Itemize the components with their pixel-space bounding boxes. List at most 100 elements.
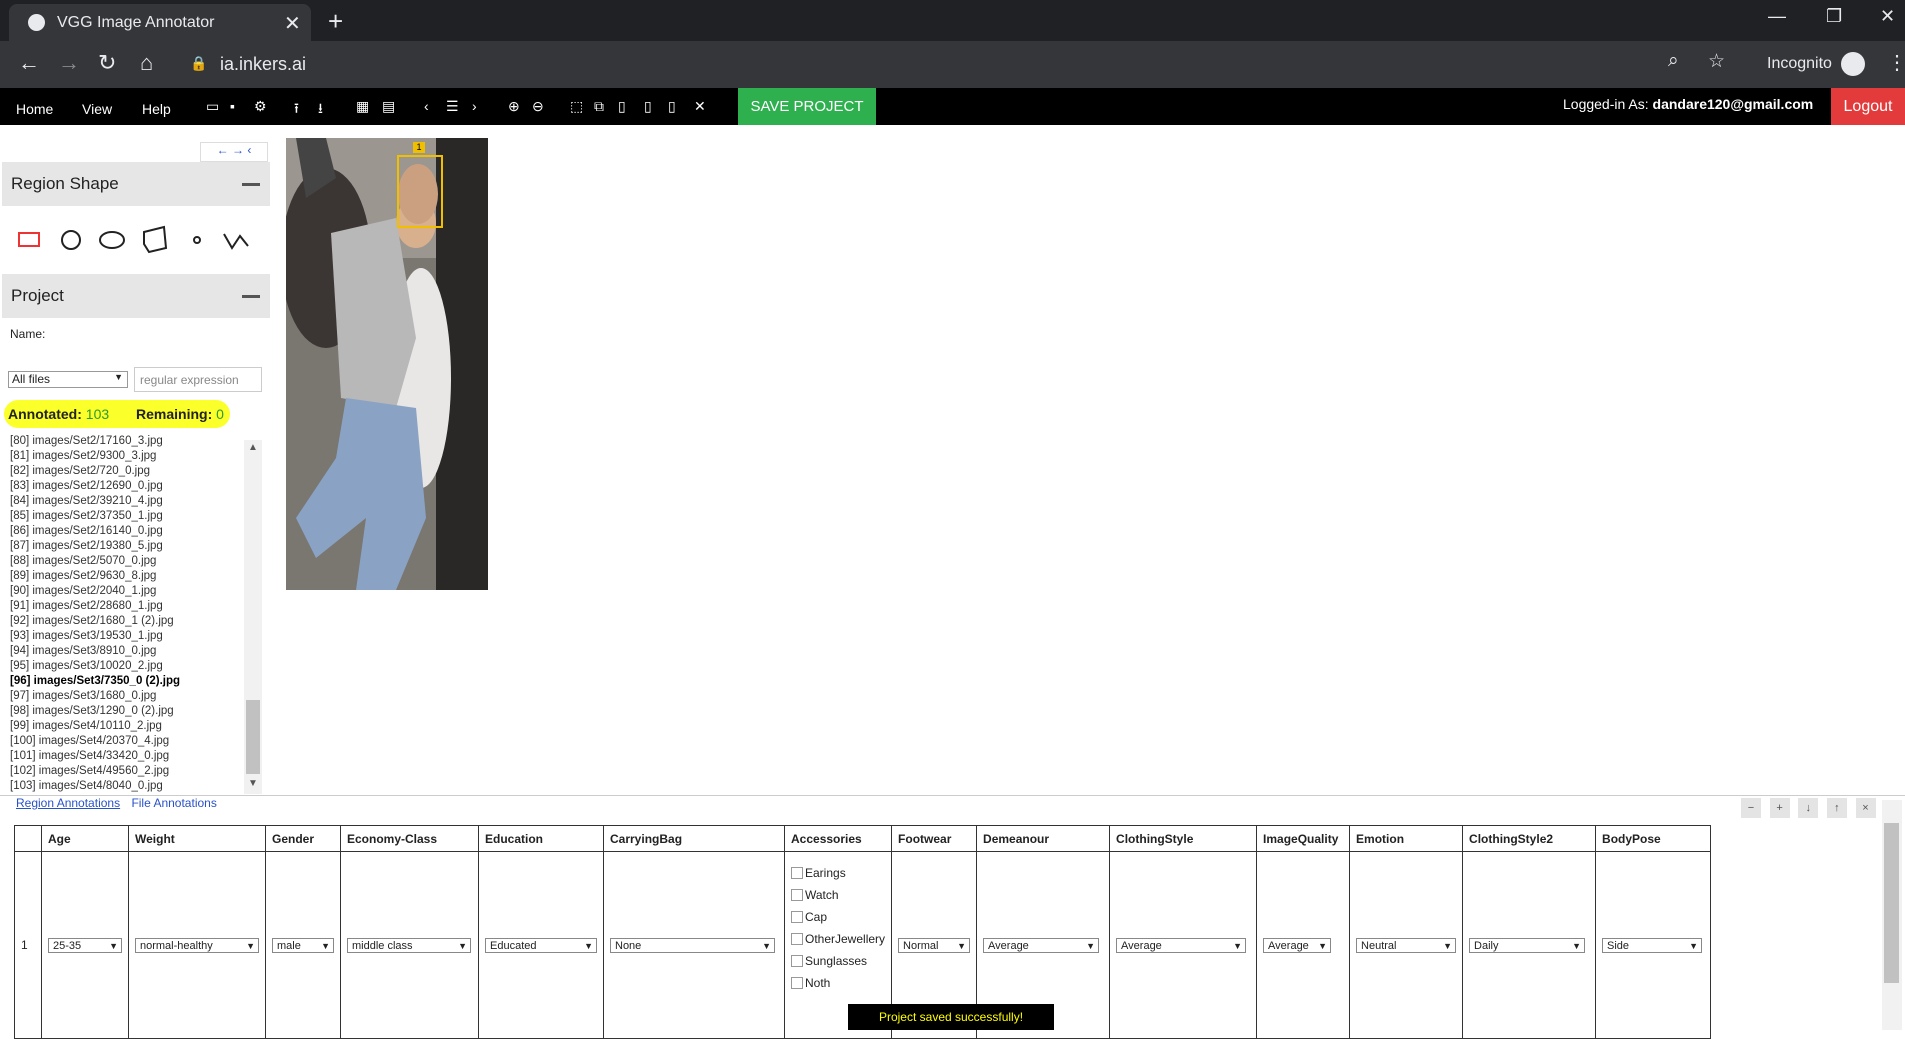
region-shape-tools[interactable] [14, 224, 264, 256]
list-item[interactable]: [83] images/Set2/12690_0.jpg [10, 479, 244, 494]
next-icon[interactable]: › [472, 98, 477, 114]
list-icon[interactable]: ☰ [446, 98, 459, 115]
more-menu-icon[interactable]: ⋮ [1887, 50, 1905, 75]
image-quality-select[interactable]: Average ▼ [1263, 937, 1332, 953]
list-item[interactable]: [87] images/Set2/19380_5.jpg [10, 539, 244, 554]
lock-icon[interactable]: 🔒 [190, 55, 207, 72]
economy-class-select[interactable]: middle class ▼ [347, 937, 471, 953]
zoom-out-icon[interactable]: ⊖ [532, 98, 544, 115]
checkbox[interactable] [791, 867, 803, 879]
list-item[interactable]: [101] images/Set4/33420_0.jpg [10, 749, 244, 764]
file-list-scroll-thumb[interactable] [246, 700, 260, 774]
collapse-icon[interactable] [242, 295, 260, 298]
clothing-style2-select[interactable]: Daily ▼ [1469, 937, 1586, 953]
minimize-icon[interactable]: — [1768, 6, 1786, 27]
accessory-option[interactable]: Sunglasses [791, 954, 885, 968]
move-down-icon[interactable]: ↓ [1798, 798, 1819, 818]
list-item[interactable]: [85] images/Set2/37350_1.jpg [10, 509, 244, 524]
menu-help[interactable]: Help [142, 101, 171, 117]
back-icon[interactable]: ← [18, 50, 40, 76]
accessory-option[interactable]: Cap [791, 910, 885, 924]
restore-icon[interactable]: ❐ [1826, 6, 1842, 27]
list-item[interactable]: [95] images/Set3/10020_2.jpg [10, 659, 244, 674]
reload-icon[interactable]: ↻ [98, 50, 116, 76]
list-item[interactable]: [94] images/Set3/8910_0.jpg [10, 644, 244, 659]
regex-filter-input[interactable]: regular expression [134, 367, 262, 392]
annotation-region-box[interactable] [397, 155, 443, 228]
delete-region-icon[interactable]: ▯ [668, 98, 676, 115]
home-icon[interactable]: ⌂ [140, 50, 153, 76]
accessory-option[interactable]: Watch [791, 888, 885, 902]
list-item[interactable]: [98] images/Set3/1290_0 (2).jpg [10, 704, 244, 719]
checkbox[interactable] [791, 933, 803, 945]
panel-resize-arrows[interactable]: ← → ‹ [200, 142, 268, 162]
scroll-down-icon[interactable]: ▼ [248, 778, 258, 789]
list-item[interactable]: [103] images/Set4/8040_0.jpg [10, 779, 244, 794]
zoom-icon[interactable]: ⌕ [1668, 50, 1679, 72]
close-icon[interactable]: ✕ [694, 98, 706, 115]
forward-icon[interactable]: → [58, 50, 80, 76]
list-item[interactable]: [80] images/Set2/17160_3.jpg [10, 434, 244, 449]
list-item[interactable]: [88] images/Set2/5070_0.jpg [10, 554, 244, 569]
incognito-icon[interactable] [1841, 52, 1865, 76]
menu-home[interactable]: Home [16, 101, 53, 117]
download-icon[interactable]: ⭳ [318, 98, 323, 122]
bookmark-star-icon[interactable]: ☆ [1708, 50, 1725, 73]
attribute-panel-scroll-thumb[interactable] [1884, 823, 1899, 983]
checkbox[interactable] [791, 889, 803, 901]
list-item[interactable]: [92] images/Set2/1680_1 (2).jpg [10, 614, 244, 629]
demeanour-select[interactable]: Average ▼ [983, 937, 1100, 953]
accessory-option[interactable]: Earings [791, 866, 885, 880]
save-icon[interactable]: ▪ [230, 98, 235, 114]
tab-region-annotations[interactable]: Region Annotations [16, 796, 120, 810]
window-close-icon[interactable]: ✕ [1880, 6, 1895, 27]
carrying-bag-select[interactable]: None ▼ [610, 937, 775, 953]
file-filter-select[interactable]: All files ▼ [8, 371, 128, 388]
folder-icon[interactable]: ▭ [206, 98, 219, 115]
list-item[interactable]: [86] images/Set2/16140_0.jpg [10, 524, 244, 539]
list-item[interactable]: [100] images/Set4/20370_4.jpg [10, 734, 244, 749]
emotion-select[interactable]: Neutral ▼ [1356, 937, 1457, 953]
select-all-icon[interactable]: ⬚ [570, 98, 583, 115]
tab-file-annotations[interactable]: File Annotations [131, 796, 216, 810]
new-tab-button[interactable]: + [328, 6, 343, 37]
list-item[interactable]: [96] images/Set3/7350_0 (2).jpg [10, 674, 244, 689]
upload-icon[interactable]: ⭱ [294, 98, 299, 122]
accessory-option[interactable]: OtherJewellery [791, 932, 885, 946]
list-item[interactable]: [99] images/Set4/10110_2.jpg [10, 719, 244, 734]
collapse-icon[interactable] [242, 183, 260, 186]
menu-view[interactable]: View [82, 101, 112, 117]
project-header[interactable]: Project [2, 274, 270, 318]
comment-icon[interactable]: ▤ [382, 98, 395, 115]
age-select[interactable]: 25-35 ▼ [48, 937, 122, 953]
file-list[interactable]: [80] images/Set2/17160_3.jpg [81] images/… [10, 434, 244, 794]
scroll-up-icon[interactable]: ▲ [248, 442, 258, 453]
accessory-option[interactable]: Noth [791, 976, 885, 990]
checkbox[interactable] [791, 977, 803, 989]
region-shape-header[interactable]: Region Shape [2, 162, 270, 206]
copy-icon[interactable]: ⧉ [594, 98, 604, 115]
list-item[interactable]: [84] images/Set2/39210_4.jpg [10, 494, 244, 509]
list-item[interactable]: [89] images/Set2/9630_8.jpg [10, 569, 244, 584]
list-item[interactable]: [93] images/Set3/19530_1.jpg [10, 629, 244, 644]
clothing-style-select[interactable]: Average ▼ [1116, 937, 1247, 953]
close-panel-icon[interactable]: × [1855, 798, 1876, 818]
zoom-in-icon[interactable]: ⊕ [508, 98, 520, 115]
move-up-icon[interactable]: ↑ [1826, 798, 1847, 818]
save-project-button[interactable]: SAVE PROJECT [738, 88, 876, 125]
paste-all-icon[interactable]: ▯ [644, 98, 652, 115]
tab-close-icon[interactable]: ✕ [284, 11, 301, 36]
list-item[interactable]: [81] images/Set2/9300_3.jpg [10, 449, 244, 464]
checkbox[interactable] [791, 955, 803, 967]
gender-select[interactable]: male ▼ [272, 937, 334, 953]
list-item[interactable]: [82] images/Set2/720_0.jpg [10, 464, 244, 479]
gear-icon[interactable]: ⚙ [254, 98, 267, 115]
list-item[interactable]: [90] images/Set2/2040_1.jpg [10, 584, 244, 599]
url-text[interactable]: ia.inkers.ai [220, 54, 306, 75]
list-item[interactable]: [102] images/Set4/49560_2.jpg [10, 764, 244, 779]
annotated-image[interactable] [286, 138, 488, 590]
browser-tab[interactable]: VGG Image Annotator ✕ [9, 4, 311, 41]
logout-button[interactable]: Logout [1831, 88, 1905, 125]
list-item[interactable]: [97] images/Set3/1680_0.jpg [10, 689, 244, 704]
footwear-select[interactable]: Normal ▼ [898, 937, 971, 953]
